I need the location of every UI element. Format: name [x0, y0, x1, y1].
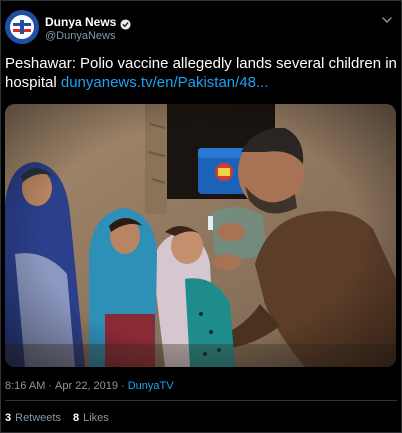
retweets-count: 3 [5, 412, 12, 424]
display-name[interactable]: Dunya News [45, 15, 116, 29]
tweet-source[interactable]: DunyaTV [128, 380, 174, 392]
avatar[interactable] [5, 10, 39, 44]
likes-label: Likes [83, 412, 109, 424]
meta-separator: · [121, 380, 125, 392]
likes-count: 8 [72, 412, 80, 424]
retweets-stat[interactable]: 3 Retweets [5, 412, 61, 424]
tweet-text: Peshawar: Polio vaccine allegedly lands … [5, 54, 397, 92]
tweet-meta: 8:16 AM · Apr 22, 2019 · DunyaTV [5, 380, 174, 392]
vaccination-photo [5, 104, 396, 367]
author-handle[interactable]: @DunyaNews [45, 30, 115, 42]
engagement-stats: 3 Retweets 8 Likes [5, 412, 109, 424]
meta-separator: · [48, 380, 53, 392]
chevron-down-icon[interactable] [381, 13, 393, 25]
tweet-photo[interactable] [5, 104, 396, 367]
retweets-label: Retweets [15, 412, 61, 424]
tweet-time[interactable]: 8:16 AM [5, 380, 45, 392]
article-link[interactable]: dunyanews.tv/en/Pakistan/48... [61, 74, 269, 91]
author-name-row: Dunya News [45, 15, 131, 30]
tweet-card: Dunya News @DunyaNews Peshawar: Polio va… [0, 0, 402, 433]
tweet-date[interactable]: Apr 22, 2019 [55, 380, 118, 392]
verified-badge-icon [120, 17, 131, 30]
dunya-news-logo-icon [5, 10, 39, 44]
divider [5, 400, 397, 401]
likes-stat[interactable]: 8 Likes [73, 412, 109, 424]
